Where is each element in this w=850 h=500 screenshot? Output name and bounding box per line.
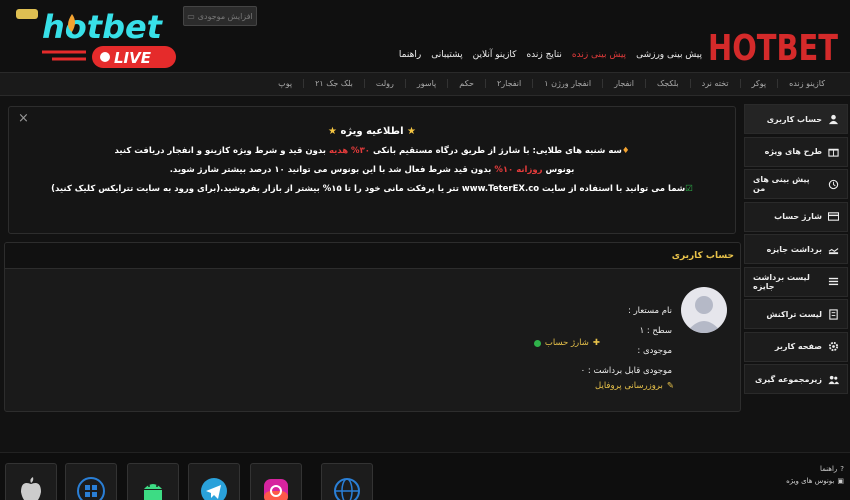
footer: ? راهنما ▣ بونوس های ویژه <box>0 452 850 500</box>
games-nav-item[interactable]: پاسور <box>404 79 447 88</box>
check-icon: ☑ <box>685 184 693 194</box>
wallet-button[interactable]: ▭ افزایش موجودی <box>183 6 257 26</box>
gift-icon: ▣ <box>837 477 844 485</box>
online-dot-icon <box>533 339 541 347</box>
sidebar-item-account[interactable]: حساب کاربری <box>744 104 848 134</box>
pencil-icon: ✎ <box>666 381 674 391</box>
list-icon <box>828 277 839 286</box>
history-icon <box>828 179 839 189</box>
games-nav-item[interactable]: کازینو زنده <box>777 79 836 88</box>
games-nav-item[interactable]: تخته نرد <box>689 79 740 88</box>
withdraw-icon <box>828 247 839 254</box>
instagram-button[interactable] <box>250 463 302 500</box>
website-button[interactable] <box>321 463 373 500</box>
windows-app-button[interactable] <box>65 463 117 500</box>
announcement-title: ★ اطلاعیه ویژه ★ <box>328 126 416 137</box>
telegram-icon <box>201 478 227 500</box>
apple-app-button[interactable] <box>5 463 57 500</box>
gear-icon <box>828 341 839 352</box>
games-nav-item[interactable]: پوکر <box>739 79 778 88</box>
star-icon: ★ <box>406 126 416 137</box>
nav-support[interactable]: پشتیبانی <box>431 50 462 60</box>
account-card-header: حساب کاربری <box>5 243 740 269</box>
games-nav-item[interactable]: انفجار <box>602 79 645 88</box>
users-icon <box>828 375 839 384</box>
sidebar-item-withdraw[interactable]: برداشت جایزه <box>744 234 848 264</box>
nav-casino[interactable]: کازینو آنلاین <box>473 50 517 60</box>
games-nav-item[interactable]: رولت <box>363 79 405 88</box>
withdrawable-label: موجودی قابل برداشت : ۰ <box>580 366 672 376</box>
sidebar-item-special-plans[interactable]: طرح های ویژه <box>744 136 848 167</box>
sidebar-item-transactions[interactable]: لیست تراکنش <box>744 299 848 329</box>
hotbet-live-logo[interactable]: hotbet LIVE <box>12 4 182 70</box>
games-nav-item[interactable]: بلکجک <box>645 79 690 88</box>
windows-icon <box>77 477 105 500</box>
gift-icon <box>828 148 839 157</box>
account-card: حساب کاربری نام مستعار : سطح : ۱ موجودی … <box>4 242 741 412</box>
nav-help[interactable]: راهنما <box>399 50 421 60</box>
sidebar-item-user-page[interactable]: صفحه کاربر <box>744 331 848 362</box>
balance-label: موجودی : <box>637 346 672 356</box>
wallet-icon: ▭ <box>187 11 195 21</box>
android-app-button[interactable] <box>127 463 179 500</box>
update-profile-link[interactable]: ✎ بروزرسانی پروفایل <box>595 381 674 391</box>
footer-link-help[interactable]: ? راهنما <box>786 463 844 475</box>
main-nav: پیش بینی ورزشی پیش بینی زنده نتایج زنده … <box>399 50 702 60</box>
instagram-icon <box>264 479 288 500</box>
svg-text:hotbet: hotbet <box>42 8 164 46</box>
tetrex-link[interactable]: ☑شما می توانید با استفاده از سایت www.Te… <box>9 184 735 194</box>
level-label: سطح : ۱ <box>639 326 672 336</box>
question-icon: ? <box>840 465 844 473</box>
header: hotbet LIVE ▭ افزایش موجودی پیش بینی ورز… <box>0 0 850 72</box>
card-icon <box>828 212 839 221</box>
footer-links: ? راهنما ▣ بونوس های ویژه <box>786 463 844 487</box>
close-icon[interactable]: × <box>18 111 29 126</box>
username-label: نام مستعار : <box>628 306 672 316</box>
games-nav-item[interactable]: انفجار ورژن ۱ <box>532 79 602 88</box>
announcement-line: ♦سه شنبه های طلایی: با شارژ از طریق درگا… <box>114 146 630 156</box>
user-icon <box>828 114 839 124</box>
star-icon: ★ <box>328 126 338 137</box>
telegram-button[interactable] <box>188 463 240 500</box>
svg-text:LIVE: LIVE <box>114 49 152 67</box>
fire-icon: ♦ <box>621 146 630 156</box>
plus-icon: ✚ <box>592 338 600 348</box>
sidebar-item-my-bets[interactable]: پیش بینی های من <box>744 169 848 199</box>
games-nav-item[interactable]: حکم <box>447 79 485 88</box>
sidebar-item-referrals[interactable]: زیرمجموعه گیری <box>744 364 848 394</box>
avatar-placeholder-icon <box>686 296 722 333</box>
nav-live[interactable]: پیش بینی زنده <box>572 50 626 60</box>
android-icon <box>144 484 162 500</box>
games-nav-item[interactable]: بلک جک ۲۱ <box>303 79 364 88</box>
nav-live-results[interactable]: نتایج زنده <box>526 50 561 60</box>
svg-text:HOTBET: HOTBET <box>708 28 838 66</box>
charge-account-link[interactable]: ✚ شارژ حساب <box>533 338 600 348</box>
nav-sports[interactable]: پیش بینی ورزشی <box>636 50 702 60</box>
games-nav-item[interactable]: پوپ <box>267 79 303 88</box>
games-nav-item[interactable]: انفجار۲ <box>484 79 532 88</box>
apple-icon <box>21 477 41 500</box>
account-sidebar: حساب کاربری طرح های ویژه پیش بینی های من… <box>744 104 848 397</box>
sidebar-item-withdraw-list[interactable]: لیست برداشت جایزه <box>744 266 848 297</box>
receipt-icon <box>829 308 838 320</box>
sidebar-item-charge[interactable]: شارژ حساب <box>744 201 848 232</box>
announcement-line: بونوس روزانه ۱۰% بدون قید شرط فعال شد با… <box>169 165 575 175</box>
games-nav: کازینو زنده پوکر تخته نرد بلکجک انفجار ا… <box>0 72 850 96</box>
footer-link-bonuses[interactable]: ▣ بونوس های ویژه <box>786 475 844 487</box>
web-icon <box>334 478 360 500</box>
hotbet-logo[interactable]: HOTBET <box>708 24 840 66</box>
avatar <box>681 287 727 333</box>
announcement-box: × ★ اطلاعیه ویژه ★ ♦سه شنبه های طلایی: ب… <box>8 106 736 234</box>
